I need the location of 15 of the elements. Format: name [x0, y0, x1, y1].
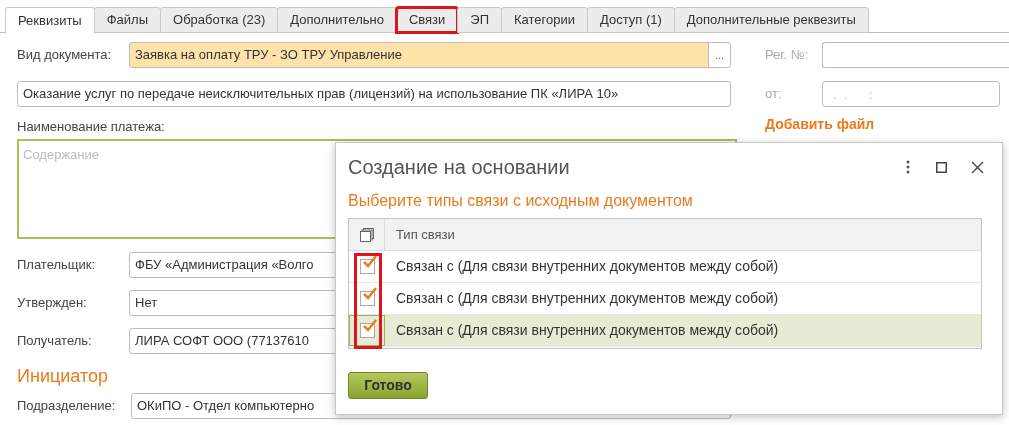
field-label: от:	[765, 85, 783, 104]
section-heading: Инициатор	[17, 364, 108, 388]
table-cell-text: Связан с (Для связи внутренних документов между собой)	[395, 257, 779, 276]
column-header: Тип связи	[395, 225, 455, 244]
field-label: Наименование платежа:	[17, 118, 166, 136]
table-cell-text: Связан с (Для связи внутренних документов между собой)	[395, 321, 779, 340]
dialog-subtitle: Выберите типы связи с исходным документом	[348, 191, 694, 211]
field-label: Рег. №:	[765, 46, 810, 65]
field-label: Вид документа:	[17, 46, 113, 65]
field-label: Получатель:	[17, 331, 93, 350]
field-label: Утвержден:	[17, 293, 88, 312]
field-label: Подразделение:	[17, 396, 117, 415]
dialog-title: Создание на основании	[348, 155, 571, 180]
table-cell-text: Связан с (Для связи внутренних документов между собой)	[395, 289, 779, 308]
field-label: Плательщик:	[17, 255, 97, 274]
